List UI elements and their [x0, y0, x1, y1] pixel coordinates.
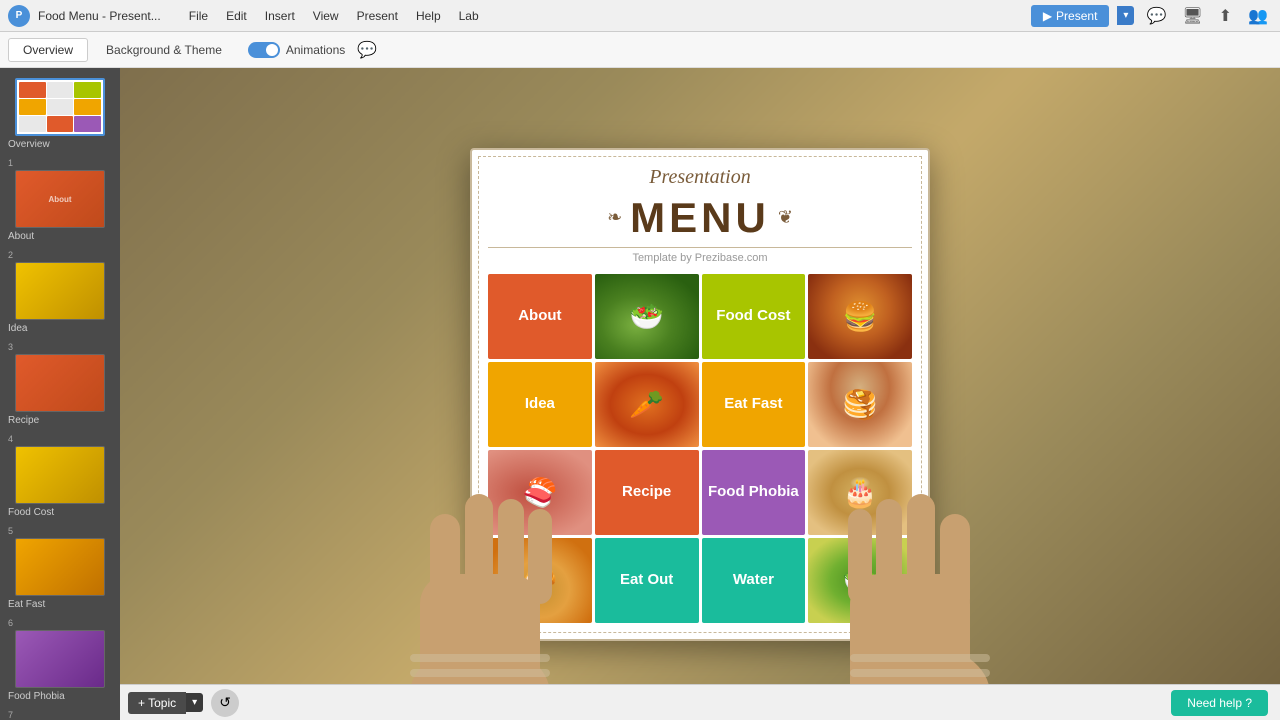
cell-eatfast-label: Eat Fast: [720, 391, 786, 417]
slide-num-4: 4: [8, 434, 13, 444]
toolbar: Overview Background & Theme Animations 💬: [0, 32, 1280, 68]
undo-button[interactable]: ↺: [211, 689, 239, 717]
menu-help[interactable]: Help: [408, 7, 449, 25]
cell-about-label: About: [514, 303, 565, 329]
help-button[interactable]: Need help ?: [1171, 690, 1268, 716]
sidebar-label-foodphobia: Food Phobia: [8, 691, 65, 702]
screen-icon[interactable]: 🖥: [1178, 4, 1206, 28]
slide-num-7: 7: [8, 710, 13, 720]
present-button[interactable]: ▶ Present: [1031, 5, 1110, 27]
window-title: Food Menu - Present...: [38, 9, 161, 23]
thumb-eatfast: [15, 538, 105, 596]
sidebar-item-about[interactable]: 1 About About: [0, 154, 120, 246]
thumb-foodphobia: [15, 630, 105, 688]
animations-toggle[interactable]: Animations: [248, 42, 345, 58]
menu-view[interactable]: View: [305, 7, 347, 25]
hands-menu-visual: Presentation ❧ MENU ❦ Template by Prezib…: [370, 84, 1030, 704]
sidebar-item-water[interactable]: 7 Water: [0, 706, 120, 720]
ornament-right: ❦: [778, 207, 793, 228]
slide-num-1: 1: [8, 158, 13, 168]
toggle-track[interactable]: [248, 42, 280, 58]
title-bar: P Food Menu - Present... File Edit Inser…: [0, 0, 1280, 32]
sidebar-item-overview[interactable]: Overview: [0, 72, 120, 154]
template-credit: Template by Prezibase.com: [488, 252, 912, 264]
menu-title: MENU: [630, 197, 770, 239]
slide-panel: Overview 1 About About 2 Idea 3 Recipe 4…: [0, 68, 120, 720]
menu-header: Presentation ❧ MENU ❦ Template by Prezib…: [488, 166, 912, 264]
sidebar-item-eatfast[interactable]: 5 Eat Fast: [0, 522, 120, 614]
ornament-left: ❧: [607, 207, 622, 228]
menu-bar: File Edit Insert View Present Help Lab: [181, 7, 487, 25]
comment-icon[interactable]: 💬: [353, 38, 381, 62]
cell-img-salad: 🥗: [595, 274, 699, 359]
menu-lab[interactable]: Lab: [451, 7, 487, 25]
sidebar-label-idea: Idea: [8, 323, 27, 334]
sidebar-item-foodcost[interactable]: 4 Food Cost: [0, 430, 120, 522]
cell-foodcost[interactable]: Food Cost: [702, 274, 806, 359]
sidebar-label-recipe: Recipe: [8, 415, 39, 426]
cell-water-label: Water: [729, 567, 778, 593]
slide-num-6: 6: [8, 618, 13, 628]
sidebar-label-foodcost: Food Cost: [8, 507, 54, 518]
users-icon[interactable]: 👥: [1244, 4, 1272, 28]
menu-insert[interactable]: Insert: [257, 7, 303, 25]
tab-background-theme[interactable]: Background & Theme: [92, 39, 236, 61]
tab-overview[interactable]: Overview: [8, 38, 88, 62]
bottom-bar: + Topic ▾ ↺ Need help ?: [120, 684, 1280, 720]
cell-foodcost-label: Food Cost: [712, 303, 794, 329]
present-dropdown-arrow[interactable]: ▾: [1117, 6, 1134, 25]
cell-img-burger: 🍔: [808, 274, 912, 359]
titlebar-right: ▶ Present ▾ 💬 🖥 ⬆ 👥: [1031, 4, 1272, 28]
thumb-recipe: [15, 354, 105, 412]
slide-num-5: 5: [8, 526, 13, 536]
slide-num-3: 3: [8, 342, 13, 352]
chat-icon[interactable]: 💬: [1142, 4, 1170, 28]
menu-edit[interactable]: Edit: [218, 7, 255, 25]
sidebar-item-recipe[interactable]: 3 Recipe: [0, 338, 120, 430]
sidebar-label-about: About: [8, 231, 34, 242]
thumb-overview: [15, 78, 105, 136]
presentation-text: Presentation: [488, 166, 912, 189]
sidebar-label-overview: Overview: [8, 139, 50, 150]
add-topic-dropdown[interactable]: ▾: [186, 693, 203, 712]
cell-eatout-label: Eat Out: [616, 567, 677, 593]
thumb-about: About: [15, 170, 105, 228]
menu-file[interactable]: File: [181, 7, 216, 25]
main-area: Overview 1 About About 2 Idea 3 Recipe 4…: [0, 68, 1280, 720]
app-logo: P: [8, 5, 30, 27]
slide-num-2: 2: [8, 250, 13, 260]
animations-label: Animations: [286, 43, 345, 57]
cell-recipe-label: Recipe: [618, 479, 675, 505]
sidebar-item-foodphobia[interactable]: 6 Food Phobia: [0, 614, 120, 706]
sidebar-label-eatfast: Eat Fast: [8, 599, 45, 610]
share-icon[interactable]: ⬆: [1215, 4, 1236, 28]
sidebar-item-idea[interactable]: 2 Idea: [0, 246, 120, 338]
add-topic-button[interactable]: + Topic: [128, 692, 186, 714]
decorative-line: ❧ MENU ❦: [488, 193, 912, 243]
left-hand-icon: [400, 414, 620, 720]
canvas-area[interactable]: Presentation ❧ MENU ❦ Template by Prezib…: [120, 68, 1280, 720]
menu-present[interactable]: Present: [349, 7, 406, 25]
cell-about[interactable]: About: [488, 274, 592, 359]
right-hand-icon: [780, 414, 1000, 720]
toggle-thumb: [266, 44, 278, 56]
thumb-idea: [15, 262, 105, 320]
thumb-foodcost: [15, 446, 105, 504]
